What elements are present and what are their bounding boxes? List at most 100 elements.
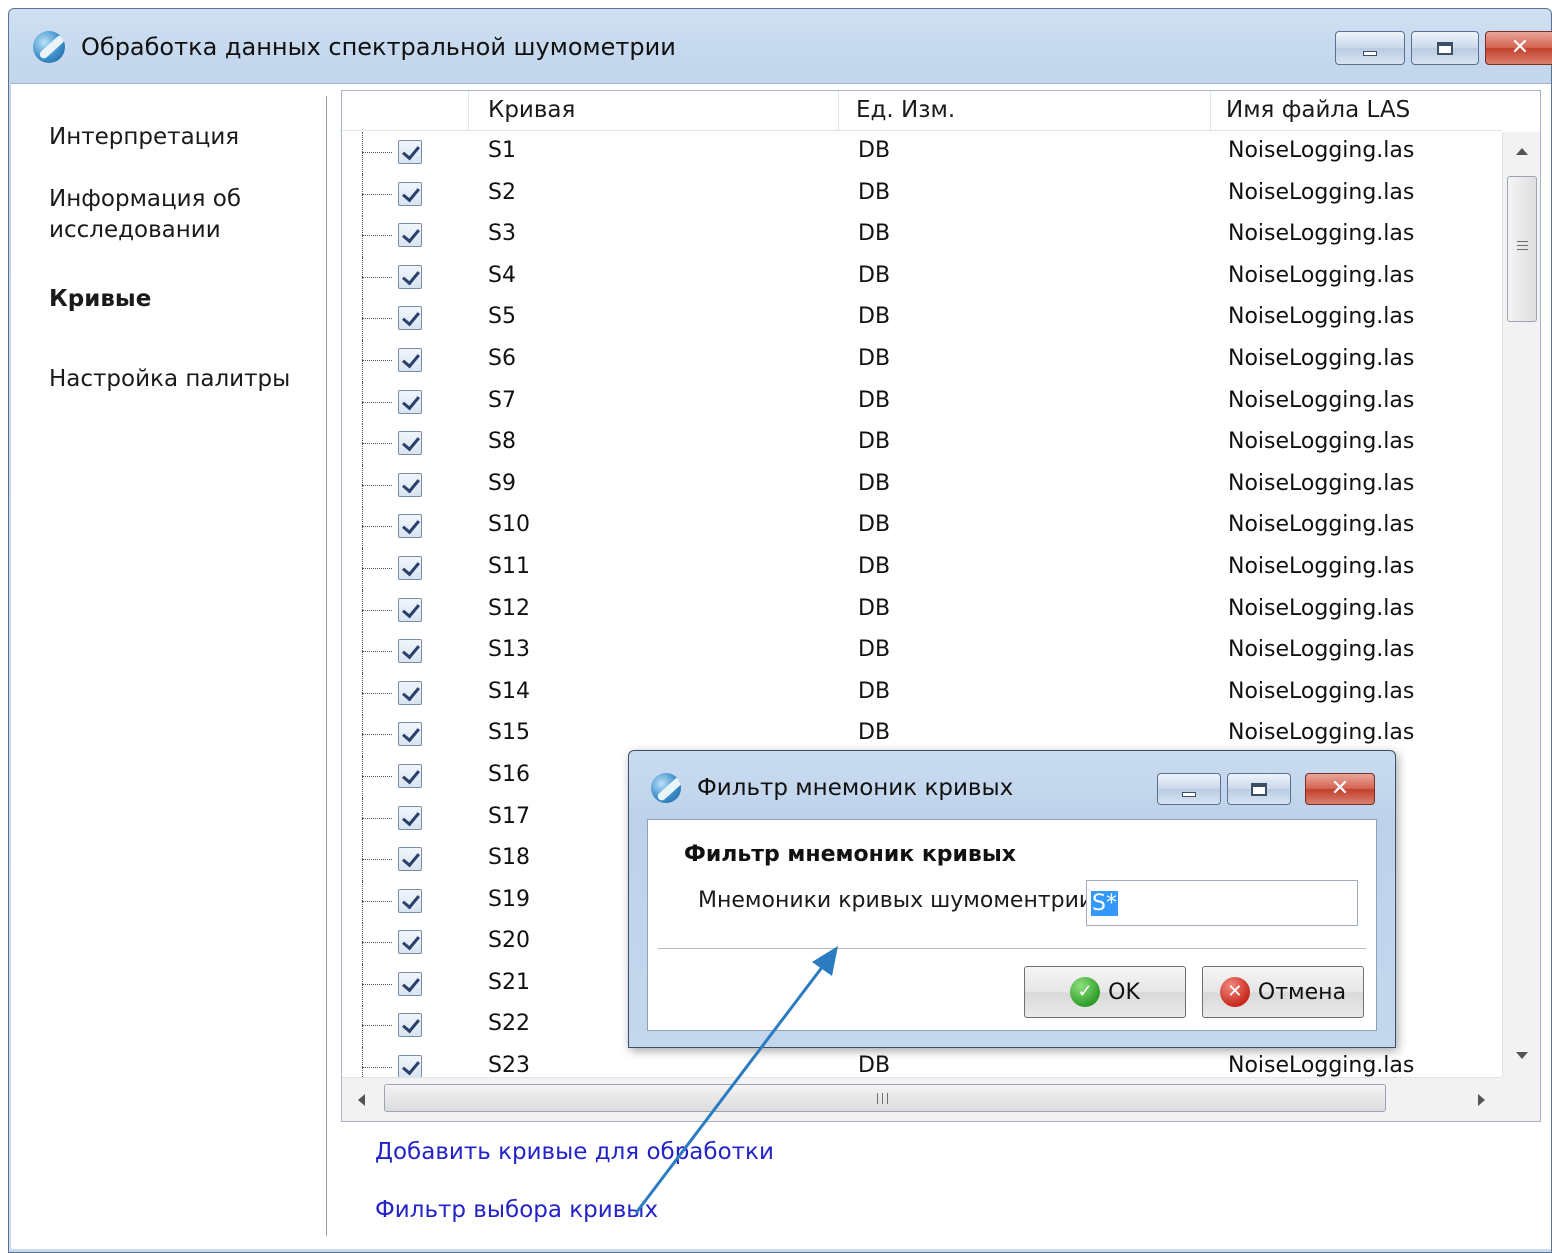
tree-connector — [362, 152, 392, 153]
cell-curve: S13 — [488, 637, 530, 663]
tree-connector — [362, 880, 363, 923]
row-checkbox[interactable] — [398, 140, 422, 164]
add-curves-link[interactable]: Добавить кривые для обработки — [375, 1139, 774, 1165]
scroll-left-icon[interactable] — [358, 1094, 365, 1106]
row-checkbox[interactable] — [398, 555, 422, 580]
row-checkbox[interactable] — [398, 722, 422, 747]
table-row[interactable]: S6 DB NoiseLogging.las — [342, 339, 1502, 382]
table-row[interactable]: S8 DB NoiseLogging.las — [342, 423, 1502, 466]
tree-connector — [362, 423, 363, 466]
row-checkbox[interactable] — [398, 805, 422, 830]
cell-unit: DB — [858, 512, 891, 538]
nav-item-study-info[interactable]: Информация об исследовании — [49, 184, 241, 246]
tree-connector — [362, 276, 392, 278]
nav-item-interpretation[interactable]: Интерпретация — [49, 122, 239, 153]
table-row[interactable]: S13 DB NoiseLogging.las — [342, 631, 1502, 674]
nav-item-study-info-line1: Информация об — [49, 186, 242, 212]
row-checkbox[interactable] — [398, 888, 422, 913]
title-bar[interactable]: Обработка данных спектральной шумометрии… — [9, 9, 1552, 83]
cell-curve: S15 — [488, 720, 530, 746]
row-checkbox[interactable] — [398, 347, 422, 372]
mnemonics-input[interactable]: S* — [1086, 880, 1358, 926]
row-checkbox[interactable] — [398, 514, 422, 539]
col-header-unit[interactable]: Ед. Изм. — [856, 97, 955, 123]
scroll-right-icon[interactable] — [1478, 1094, 1485, 1106]
col-header-curve[interactable]: Кривая — [488, 97, 575, 123]
tree-connector — [362, 256, 363, 299]
checkmark-icon: ✓ — [1070, 977, 1101, 1007]
table-row[interactable]: S3 DB NoiseLogging.las — [342, 215, 1502, 258]
window-title: Обработка данных спектральной шумометрии — [81, 33, 676, 61]
tree-connector — [362, 318, 392, 320]
table-row[interactable]: S10 DB NoiseLogging.las — [342, 506, 1502, 549]
app-icon — [33, 31, 65, 63]
row-checkbox[interactable] — [398, 264, 422, 289]
tree-connector — [362, 797, 363, 840]
close-button[interactable]: ✕ — [1485, 31, 1552, 65]
cell-curve: S8 — [488, 429, 516, 455]
ok-button[interactable]: ✓ OK — [1024, 966, 1186, 1018]
cell-curve: S14 — [488, 678, 530, 704]
row-checkbox[interactable] — [398, 431, 422, 456]
tree-connector — [362, 1067, 392, 1069]
row-checkbox[interactable] — [398, 306, 422, 331]
row-checkbox[interactable] — [398, 680, 422, 705]
nav-item-palette-settings[interactable]: Настройка палитры — [49, 364, 290, 395]
dialog-title: Фильтр мнемоник кривых — [697, 775, 1014, 801]
cell-las-file: NoiseLogging.las — [1228, 470, 1415, 496]
table-row[interactable]: S2 DB NoiseLogging.las — [342, 173, 1502, 216]
cell-curve: S19 — [488, 886, 530, 912]
curve-filter-link[interactable]: Фильтр выбора кривых — [375, 1197, 658, 1223]
cell-curve: S5 — [488, 304, 516, 330]
horizontal-scroll-thumb[interactable] — [384, 1084, 1386, 1112]
main-window: Обработка данных спектральной шумометрии… — [8, 8, 1552, 1253]
table-row[interactable]: S23 DB NoiseLogging.las — [342, 1047, 1502, 1078]
dialog-maximize-button[interactable] — [1227, 773, 1291, 805]
minimize-button[interactable] — [1335, 31, 1405, 65]
cell-curve: S18 — [488, 845, 530, 871]
table-row[interactable]: S5 DB NoiseLogging.las — [342, 298, 1502, 341]
row-checkbox[interactable] — [398, 1055, 422, 1078]
maximize-button[interactable] — [1411, 31, 1479, 65]
table-row[interactable]: S11 DB NoiseLogging.las — [342, 547, 1502, 590]
cell-las-file: NoiseLogging.las — [1228, 179, 1415, 205]
row-checkbox[interactable] — [398, 223, 422, 248]
row-checkbox[interactable] — [398, 639, 422, 664]
tree-connector — [362, 983, 392, 985]
row-checkbox[interactable] — [398, 1013, 422, 1038]
cell-unit: DB — [858, 429, 891, 455]
dialog-minimize-button[interactable] — [1157, 773, 1221, 805]
horizontal-scrollbar[interactable] — [342, 1077, 1502, 1121]
nav-item-curves[interactable]: Кривые — [49, 284, 151, 315]
table-row[interactable]: S9 DB NoiseLogging.las — [342, 464, 1502, 507]
row-checkbox[interactable] — [398, 763, 422, 788]
vertical-scrollbar[interactable] — [1502, 132, 1540, 1078]
tree-connector — [362, 734, 392, 736]
grid-header: Кривая Ед. Изм. Имя файла LAS — [342, 91, 1502, 131]
table-row[interactable]: S12 DB NoiseLogging.las — [342, 589, 1502, 632]
scroll-up-icon[interactable] — [1516, 148, 1528, 155]
tree-connector — [362, 922, 363, 965]
row-checkbox[interactable] — [398, 597, 422, 622]
row-checkbox[interactable] — [398, 389, 422, 414]
vertical-scroll-thumb[interactable] — [1507, 176, 1537, 322]
row-checkbox[interactable] — [398, 181, 422, 206]
table-row[interactable]: S1 DB NoiseLogging.las — [342, 132, 1502, 174]
tree-connector — [362, 755, 363, 798]
col-header-las-file[interactable]: Имя файла LAS — [1226, 97, 1410, 123]
cancel-button[interactable]: ✕ Отмена — [1202, 966, 1364, 1018]
cell-las-file: NoiseLogging.las — [1228, 553, 1415, 579]
table-row[interactable]: S7 DB NoiseLogging.las — [342, 381, 1502, 424]
minimize-icon — [1363, 50, 1377, 56]
row-checkbox[interactable] — [398, 971, 422, 996]
dialog-close-button[interactable]: ✕ — [1305, 773, 1375, 805]
table-row[interactable]: S4 DB NoiseLogging.las — [342, 256, 1502, 299]
table-row[interactable]: S14 DB NoiseLogging.las — [342, 672, 1502, 715]
row-checkbox[interactable] — [398, 847, 422, 872]
tree-connector — [362, 132, 363, 174]
row-checkbox[interactable] — [398, 472, 422, 497]
tree-connector — [362, 381, 363, 424]
cell-curve: S16 — [488, 761, 530, 787]
row-checkbox[interactable] — [398, 930, 422, 955]
scroll-down-icon[interactable] — [1516, 1052, 1528, 1059]
